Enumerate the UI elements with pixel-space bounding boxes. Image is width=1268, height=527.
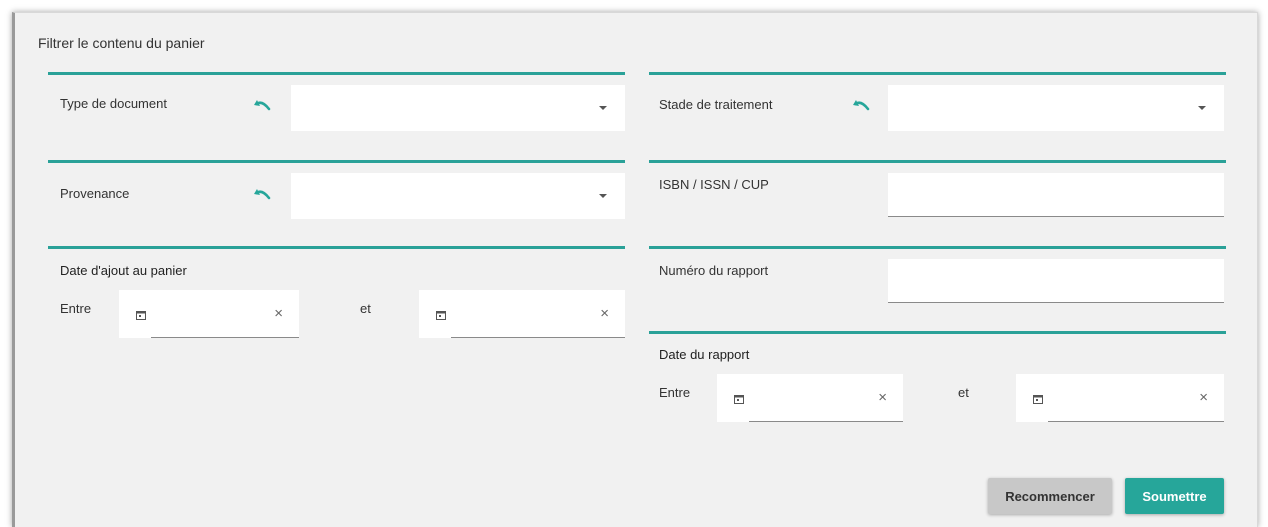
filter-panel: Filtrer le contenu du panier Type de doc… xyxy=(12,12,1258,527)
chevron-down-icon xyxy=(599,106,607,110)
numero-rapport-input[interactable] xyxy=(888,259,1224,303)
close-icon[interactable]: × xyxy=(600,305,609,322)
input-underline xyxy=(749,421,903,422)
undo-icon[interactable] xyxy=(253,99,271,113)
close-icon[interactable]: × xyxy=(274,305,283,322)
type-document-label: Type de document xyxy=(60,96,167,111)
date-ajout-end-input[interactable]: × xyxy=(419,290,625,338)
date-rapport-end-input[interactable]: × xyxy=(1016,374,1224,422)
section-divider xyxy=(48,246,625,249)
calendar-icon xyxy=(136,311,146,320)
calendar-icon xyxy=(436,311,446,320)
date-rapport-and-label: et xyxy=(958,385,969,400)
chevron-down-icon xyxy=(599,194,607,198)
undo-icon[interactable] xyxy=(253,188,271,202)
close-icon[interactable]: × xyxy=(1199,389,1208,406)
date-ajout-and-label: et xyxy=(360,301,371,316)
date-rapport-label: Date du rapport xyxy=(659,347,750,362)
stade-traitement-select[interactable] xyxy=(888,85,1224,131)
reset-button[interactable]: Recommencer xyxy=(988,478,1112,514)
isbn-label: ISBN / ISSN / CUP xyxy=(659,177,769,192)
date-ajout-between-label: Entre xyxy=(60,301,92,316)
section-divider xyxy=(48,160,625,163)
isbn-input[interactable] xyxy=(888,173,1224,217)
section-divider xyxy=(649,246,1226,249)
provenance-select[interactable] xyxy=(291,173,625,219)
date-rapport-between-label: Entre xyxy=(659,385,691,400)
section-divider xyxy=(649,331,1226,334)
date-ajout-label: Date d'ajout au panier xyxy=(60,263,187,278)
provenance-label: Provenance xyxy=(60,186,130,201)
panel-title: Filtrer le contenu du panier xyxy=(38,35,205,51)
input-underline xyxy=(1048,421,1224,422)
section-divider xyxy=(48,72,625,75)
submit-button[interactable]: Soumettre xyxy=(1125,478,1224,514)
section-divider xyxy=(649,72,1226,75)
close-icon[interactable]: × xyxy=(878,389,887,406)
type-document-select[interactable] xyxy=(291,85,625,131)
input-underline xyxy=(451,337,625,338)
calendar-icon xyxy=(734,395,744,404)
chevron-down-icon xyxy=(1198,106,1206,110)
numero-rapport-label: Numéro du rapport xyxy=(659,263,769,278)
undo-icon[interactable] xyxy=(852,99,870,113)
date-rapport-start-input[interactable]: × xyxy=(717,374,903,422)
section-divider xyxy=(649,160,1226,163)
stade-traitement-label: Stade de traitement xyxy=(659,97,773,112)
input-underline xyxy=(151,337,299,338)
date-ajout-start-input[interactable]: × xyxy=(119,290,299,338)
calendar-icon xyxy=(1033,395,1043,404)
